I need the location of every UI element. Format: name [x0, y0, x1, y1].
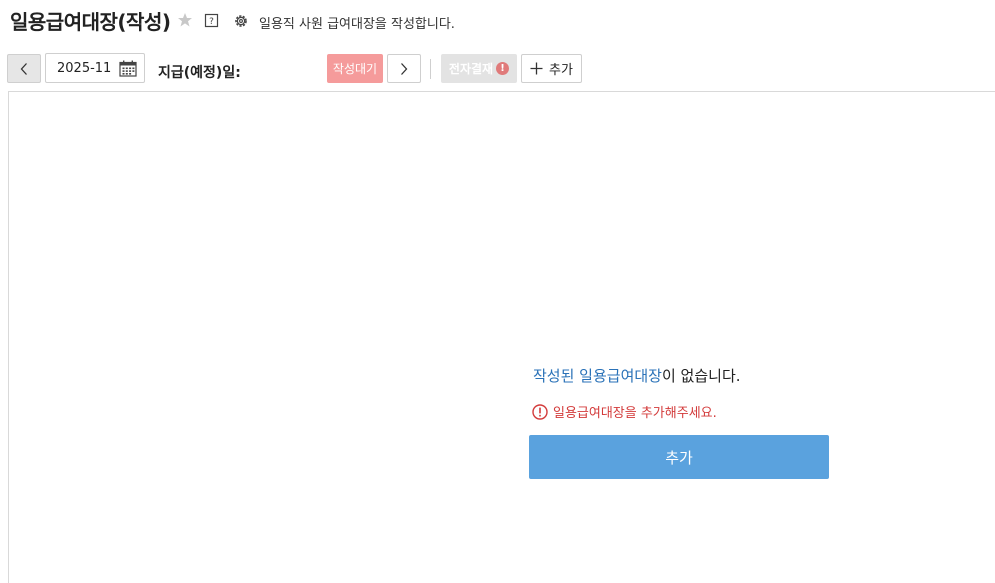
empty-state-highlight: 작성된 일용급여대장 — [533, 367, 662, 385]
empty-state-rest: 이 없습니다. — [661, 367, 741, 385]
e-approval-button[interactable]: 전자결재 ! — [441, 54, 517, 83]
toolbar: 2025-11 지급(예정)일: 작성대기 전자결재 ! 추가 — [0, 52, 995, 84]
pay-date-label: 지급(예정)일: — [158, 65, 241, 81]
add-label: 추가 — [549, 63, 573, 78]
e-approval-label: 전자결재 — [448, 62, 494, 76]
toolbar-divider — [430, 59, 431, 79]
plus-icon — [530, 62, 543, 75]
calendar-icon[interactable] — [119, 60, 137, 77]
svg-text:?: ? — [209, 17, 214, 27]
add-payroll-button[interactable]: 추가 — [529, 435, 829, 479]
star-icon[interactable] — [177, 12, 193, 28]
add-button-toolbar[interactable]: 추가 — [521, 54, 582, 83]
empty-state-message: 작성된 일용급여대장이 없습니다. — [533, 365, 741, 386]
status-button[interactable]: 작성대기 — [327, 54, 383, 83]
month-picker-field[interactable]: 2025-11 — [45, 53, 145, 83]
page-description: 일용직 사원 급여대장을 작성합니다. — [259, 17, 455, 32]
chevron-left-icon — [20, 62, 27, 75]
warning-text: 일용급여대장을 추가해주세요. — [553, 406, 717, 421]
empty-state-warning: 일용급여대장을 추가해주세요. — [532, 402, 717, 421]
prev-month-button[interactable] — [7, 54, 41, 83]
month-value: 2025-11 — [57, 61, 112, 76]
warning-icon — [532, 403, 548, 420]
content-panel — [8, 91, 995, 583]
page-title: 일용급여대장(작성) — [10, 10, 171, 34]
page-header: 일용급여대장(작성) ? 일용직 사원 급여대장을 작성합니다. — [0, 0, 995, 44]
chevron-right-icon — [401, 62, 408, 75]
gear-icon[interactable] — [233, 13, 249, 29]
help-icon[interactable]: ? — [204, 13, 219, 28]
alert-icon: ! — [496, 62, 510, 75]
next-month-button[interactable] — [387, 54, 421, 83]
